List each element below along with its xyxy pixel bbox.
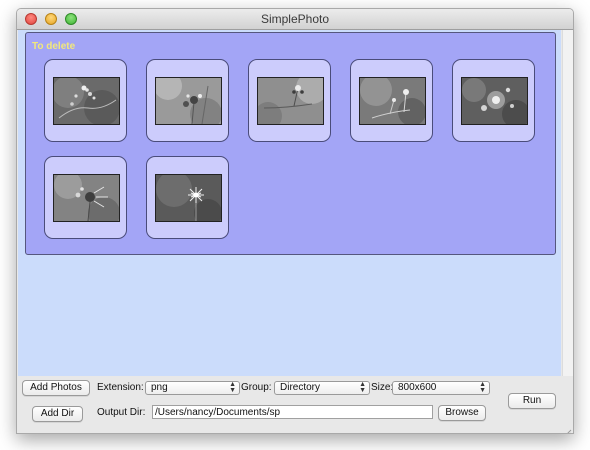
photo-thumbnail[interactable]	[44, 156, 127, 239]
vertical-scrollbar[interactable]	[562, 30, 573, 376]
add-dir-button[interactable]: Add Dir	[32, 406, 83, 422]
window-title: SimplePhoto	[260, 12, 330, 26]
photo-thumbnail[interactable]	[452, 59, 535, 142]
run-button[interactable]: Run	[508, 393, 556, 409]
updown-arrows-icon: ▲ ▼	[229, 381, 236, 394]
photo-area: To delete	[18, 30, 561, 376]
resize-grip-icon[interactable]	[564, 424, 572, 433]
group-title: To delete	[32, 41, 76, 52]
app-window: SimplePhoto To delete Add Photos Extensi…	[16, 8, 574, 434]
output-dir-label: Output Dir:	[97, 407, 146, 418]
photo-image	[461, 77, 528, 125]
photo-image	[257, 77, 324, 125]
group-label: Group:	[241, 382, 272, 393]
updown-arrows-icon: ▲ ▼	[359, 381, 366, 394]
bottom-toolbar: Add Photos Extension: png ▲ ▼ Group: Dire…	[17, 376, 573, 433]
add-photos-button[interactable]: Add Photos	[22, 380, 90, 396]
extension-value: png	[151, 382, 168, 393]
photo-thumbnail[interactable]	[146, 156, 229, 239]
output-dir-field[interactable]: /Users/nancy/Documents/sp	[152, 405, 433, 419]
extension-label: Extension:	[97, 382, 144, 393]
photo-thumbnail[interactable]	[44, 59, 127, 142]
photo-image	[155, 174, 222, 222]
photo-thumbnail[interactable]	[248, 59, 331, 142]
size-select[interactable]: 800x600 ▲ ▼	[392, 381, 490, 395]
group-value: Directory	[280, 382, 321, 393]
photo-image	[53, 174, 120, 222]
size-label: Size:	[371, 382, 394, 393]
extension-select[interactable]: png ▲ ▼	[145, 381, 240, 395]
photo-image	[53, 77, 120, 125]
group-panel: To delete	[25, 32, 556, 255]
photo-thumbnail[interactable]	[350, 59, 433, 142]
group-select[interactable]: Directory ▲ ▼	[274, 381, 370, 395]
size-value: 800x600	[398, 382, 437, 393]
title-bar[interactable]: SimplePhoto	[17, 9, 573, 30]
photo-image	[359, 77, 426, 125]
browse-button[interactable]: Browse	[438, 405, 486, 421]
photo-image	[155, 77, 222, 125]
photo-thumbnail[interactable]	[146, 59, 229, 142]
updown-arrows-icon: ▲ ▼	[479, 381, 486, 394]
